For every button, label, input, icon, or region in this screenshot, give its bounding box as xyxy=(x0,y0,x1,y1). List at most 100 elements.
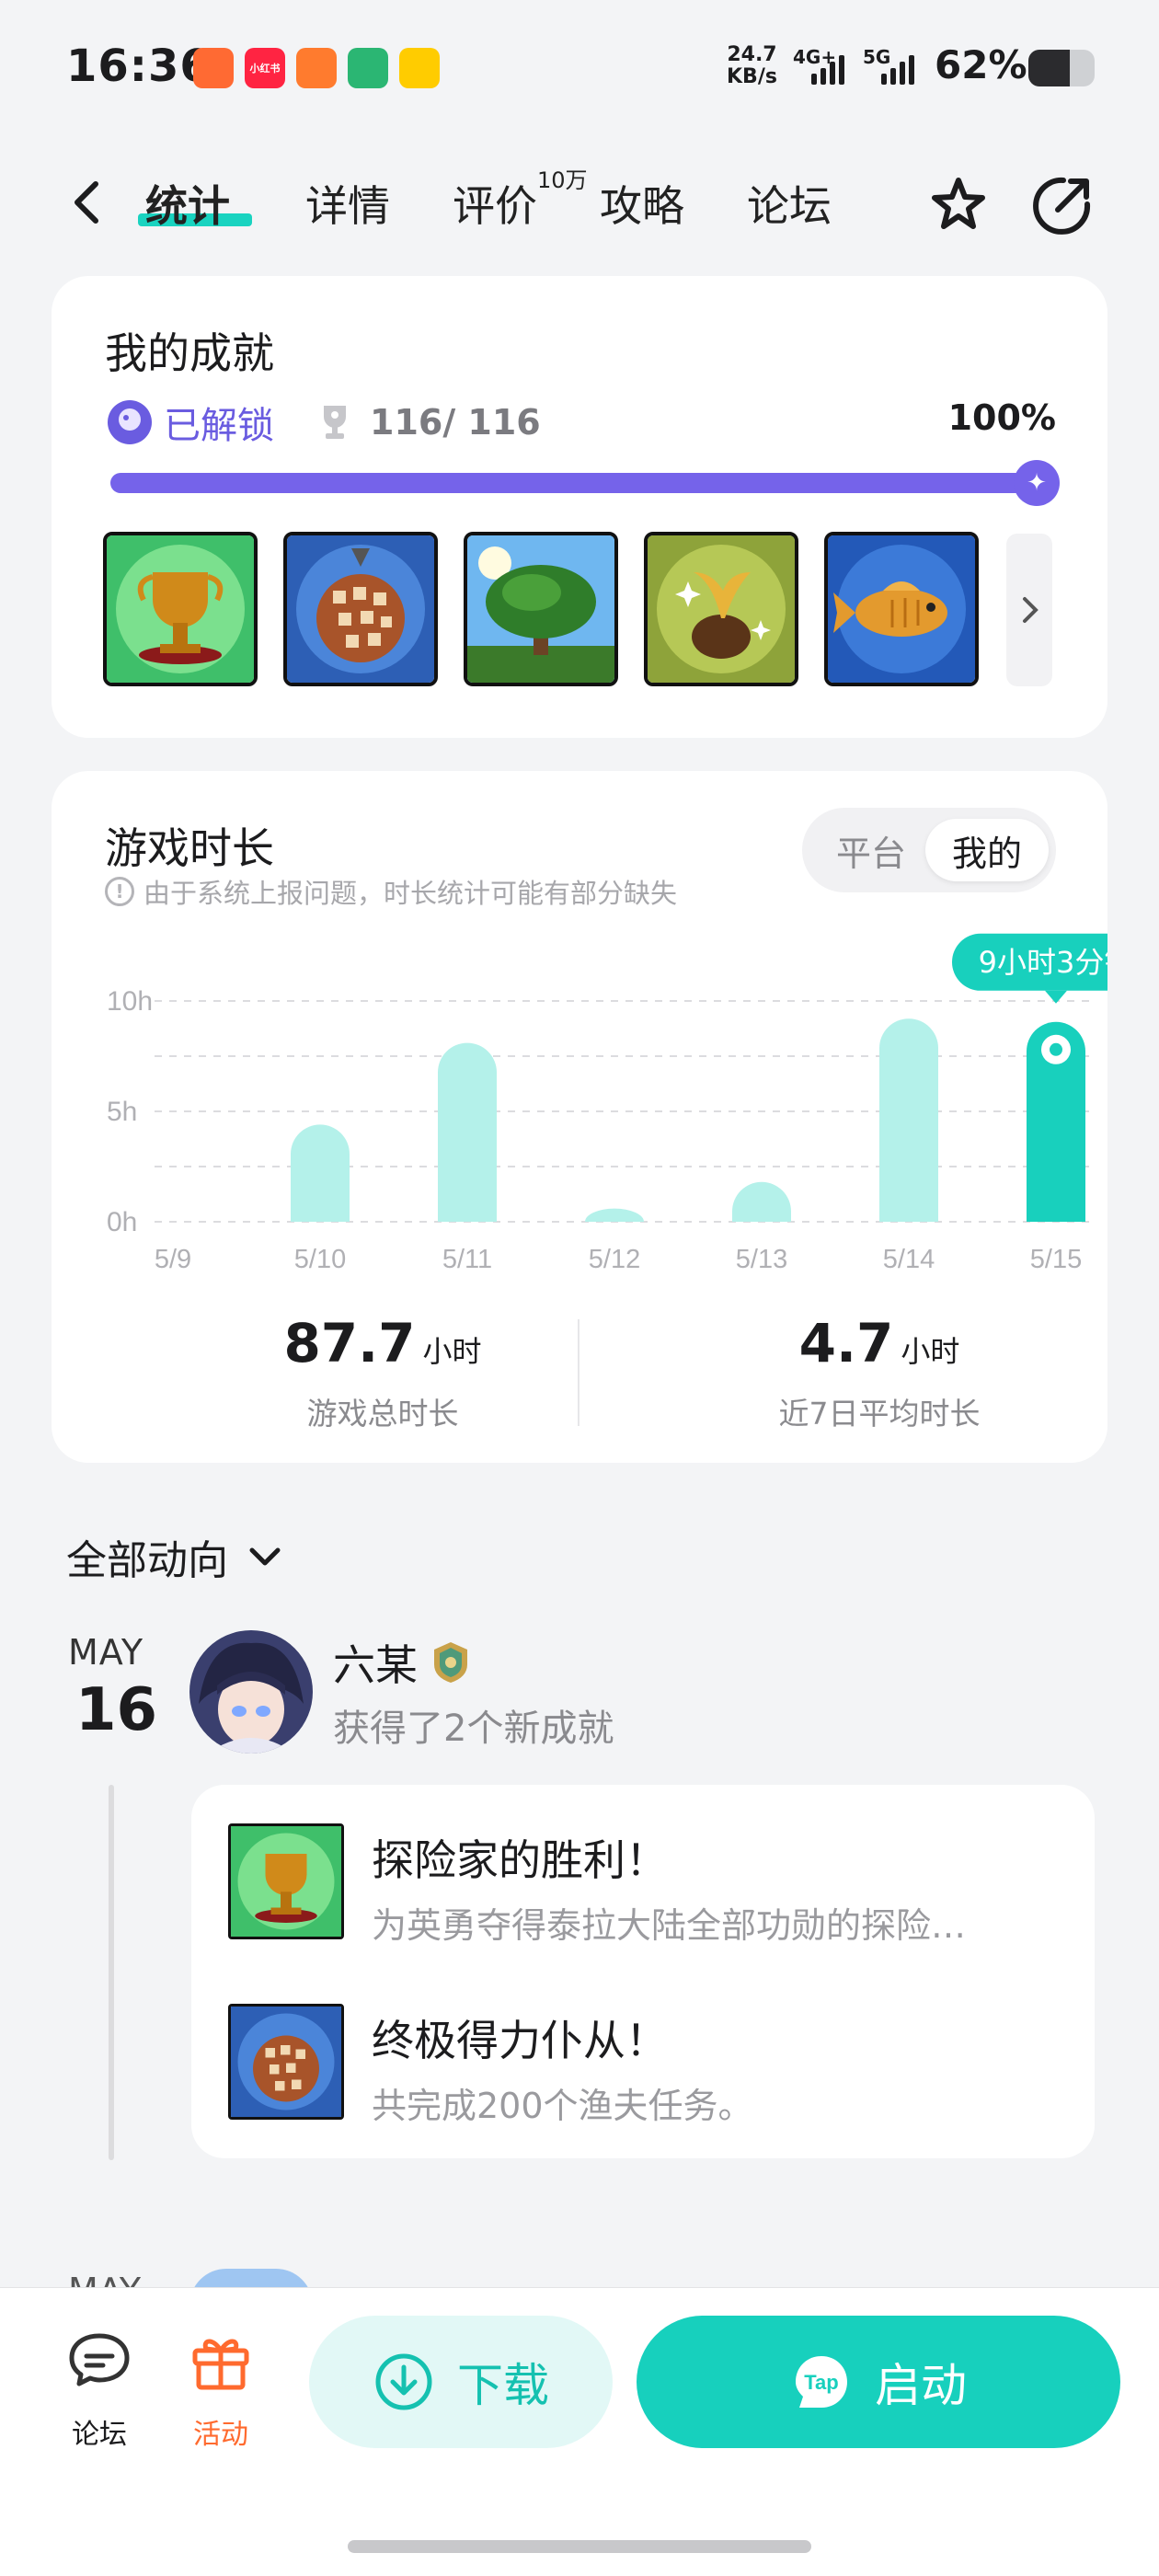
feed-achievement-item[interactable]: 探险家的胜利！ 为英勇夺得泰拉大陆全部功勋的探险… xyxy=(228,1823,966,1948)
signal-bars-icon xyxy=(811,53,844,85)
total-label: 游戏总时长 xyxy=(306,1396,459,1432)
trophy-icon xyxy=(324,406,346,439)
net-speed-unit: KB/s xyxy=(727,65,777,88)
x-tick-label: 5/11 xyxy=(442,1245,492,1274)
feed-achievement-item[interactable]: 终极得力仆从！ 共完成200个渔夫任务。 xyxy=(228,2004,753,2128)
forum-label: 论坛 xyxy=(72,2419,127,2451)
chart-bar[interactable] xyxy=(438,1042,497,1222)
forum-button[interactable]: 论坛 xyxy=(53,2325,145,2452)
notification-icons: 小红书 xyxy=(193,48,440,88)
x-tick-label: 5/10 xyxy=(294,1245,346,1274)
y-tick-label: 5h xyxy=(107,1097,137,1127)
app-notification-icon xyxy=(296,48,337,88)
chat-bubble-icon xyxy=(69,2333,130,2386)
tap-logo-text: Tap xyxy=(804,2371,838,2394)
achievement-thumb-net xyxy=(228,2004,344,2120)
net-speed: 24.7 KB/s xyxy=(727,44,777,88)
y-tick-label: 0h xyxy=(107,1207,137,1237)
tab-guides[interactable]: 攻略 xyxy=(600,173,684,234)
activity-button[interactable]: 活动 xyxy=(175,2325,267,2452)
chevron-right-icon xyxy=(1023,597,1039,623)
toggle-platform[interactable]: 平台 xyxy=(809,819,933,881)
battery-icon xyxy=(1028,50,1095,86)
info-icon: ! xyxy=(105,877,134,906)
toggle-mine[interactable]: 我的 xyxy=(925,819,1049,881)
total-value: 87.7 xyxy=(283,1312,416,1374)
achievement-thumbnails xyxy=(103,532,979,686)
achievement-percent: 100% xyxy=(947,397,1056,438)
timeline-line xyxy=(109,1785,114,2160)
app-notification-icon xyxy=(348,48,388,88)
achievements-summary: 已解锁 116/ 116 xyxy=(105,396,541,449)
chart-bar[interactable] xyxy=(585,1208,644,1222)
app-notification-icon xyxy=(399,48,440,88)
x-tick-label: 5/15 xyxy=(1030,1245,1082,1274)
highlight-dot-inner xyxy=(1050,1042,1062,1056)
chart-bar[interactable] xyxy=(732,1181,791,1222)
download-label: 下载 xyxy=(457,2359,549,2412)
x-tick-label: 5/13 xyxy=(736,1245,787,1274)
playtime-toggle: 平台 我的 xyxy=(802,808,1056,892)
feed-filter[interactable]: 全部动向 xyxy=(66,1527,283,1586)
launch-button[interactable]: Tap 启动 xyxy=(637,2316,1120,2448)
back-arrow-icon[interactable] xyxy=(61,175,116,230)
chevron-down-icon xyxy=(249,1547,281,1566)
achievement-title: 终极得力仆从！ xyxy=(372,2016,668,2065)
achievement-thumb-trophy[interactable] xyxy=(103,532,258,686)
net-speed-value: 24.7 xyxy=(727,43,777,66)
playtime-title: 游戏时长 xyxy=(105,823,274,873)
clock: 16:36 xyxy=(66,40,212,92)
tooltip-pointer xyxy=(1045,990,1067,1004)
notice-text: 由于系统上报问题，时长统计可能有部分缺失 xyxy=(143,878,678,909)
unlocked-label: 已解锁 xyxy=(164,405,274,447)
total-unit: 小时 xyxy=(422,1334,482,1369)
total-playtime: 87.7 小时 游戏总时长 xyxy=(199,1312,567,1433)
share-icon[interactable] xyxy=(1027,171,1096,241)
x-tick-label: 5/9 xyxy=(155,1245,191,1274)
feed-user[interactable]: 六某 xyxy=(333,1632,471,1693)
playtime-chart: 0h 5h 10h 5/9 5/10 5/11 5/12 5/13 5/14 5/15 9小时3… xyxy=(107,933,1107,1274)
battery-percent: 62% xyxy=(935,42,1027,87)
x-tick-label: 5/12 xyxy=(589,1245,640,1274)
app-notification-icon xyxy=(193,48,234,88)
achievement-feed-card[interactable]: 探险家的胜利！ 为英勇夺得泰拉大陆全部功勋的探险… 终极得力仆从！ 共完成200… xyxy=(191,1785,1095,2158)
achievement-desc: 为英勇夺得泰拉大陆全部功勋的探险… xyxy=(372,1905,967,1946)
tab-stats[interactable]: 统计 xyxy=(145,173,230,234)
launch-label: 启动 xyxy=(875,2359,967,2412)
avg-label: 近7日平均时长 xyxy=(778,1396,981,1432)
top-nav: 统计 详情 评价 10万 攻略 论坛 xyxy=(0,156,1159,248)
chart-bar[interactable] xyxy=(879,1018,938,1222)
user-name: 六某 xyxy=(333,1640,418,1690)
user-action: 获得了2个新成就 xyxy=(333,1708,614,1750)
avatar[interactable] xyxy=(189,1630,313,1754)
achievements-card: 我的成就 已解锁 116/ 116 100% ✦ xyxy=(52,276,1107,738)
home-indicator xyxy=(348,2540,811,2553)
achievement-count: 116/ 116 xyxy=(370,402,541,443)
tooltip-text: 9小时3分钟 xyxy=(979,945,1107,980)
playtime-notice: ! 由于系统上报问题，时长统计可能有部分缺失 xyxy=(105,872,677,911)
chart-bar[interactable] xyxy=(291,1124,350,1222)
more-achievements-button[interactable] xyxy=(1006,534,1052,686)
achievement-desc: 共完成200个渔夫任务。 xyxy=(372,2086,753,2126)
tab-forum[interactable]: 论坛 xyxy=(747,173,832,234)
achievement-thumb-fish[interactable] xyxy=(824,532,979,686)
unlock-badge-icon xyxy=(108,400,152,444)
signal-bars-icon xyxy=(881,53,914,85)
user-badge-icon xyxy=(434,1642,467,1683)
avg-value: 4.7 xyxy=(798,1312,894,1374)
achievement-thumb-tree[interactable] xyxy=(464,532,618,686)
achievement-thumb-seed[interactable] xyxy=(644,532,798,686)
activity-label: 活动 xyxy=(193,2419,248,2451)
xiaohongshu-icon: 小红书 xyxy=(245,48,285,88)
x-tick-label: 5/14 xyxy=(883,1245,935,1274)
download-icon xyxy=(375,2353,432,2410)
achievement-thumb-net[interactable] xyxy=(283,532,438,686)
tab-details[interactable]: 详情 xyxy=(305,173,390,234)
sparkle-icon: ✦ xyxy=(1014,460,1060,506)
feed-month: MAY xyxy=(68,1632,144,1673)
tab-reviews[interactable]: 评价 xyxy=(453,173,537,234)
avg-playtime: 4.7 小时 近7日平均时长 xyxy=(695,1312,1063,1433)
download-button[interactable]: 下载 xyxy=(309,2316,613,2448)
star-icon[interactable] xyxy=(924,171,993,241)
feed-day: 16 xyxy=(75,1676,158,1744)
